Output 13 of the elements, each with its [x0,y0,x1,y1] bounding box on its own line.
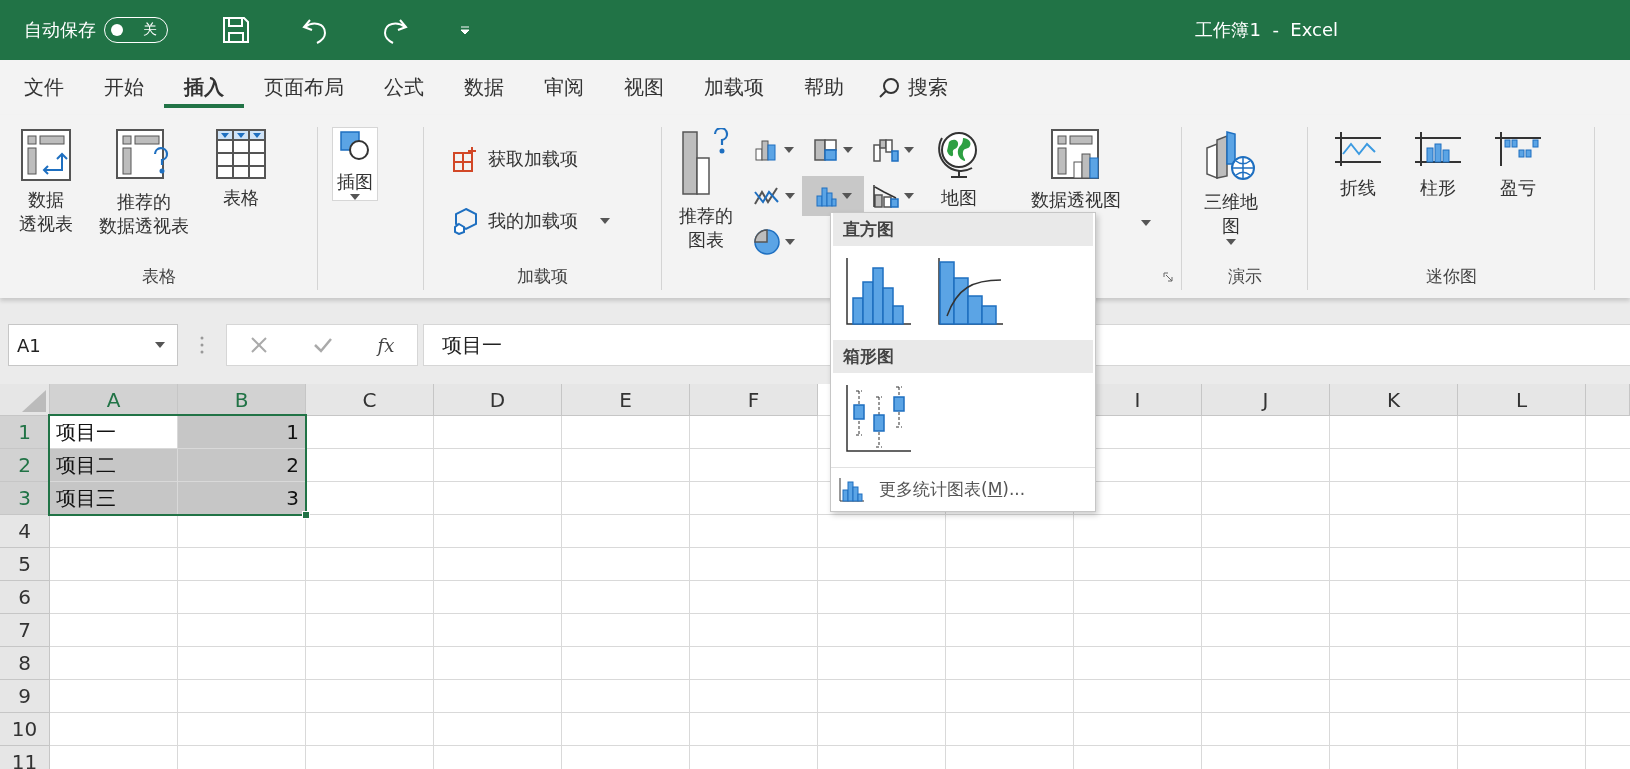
window-title: 工作簿1 - Excel [1195,18,1338,42]
table-cell: 项目二 [50,449,178,482]
section-heading: 箱形图 [833,340,1093,373]
autosave-label: 自动保存 [24,18,96,42]
table-cell: 2 [178,449,306,482]
table-cell: 3 [178,482,306,515]
group-label: 迷你图 [1425,265,1477,288]
group-label: 加载项 [517,265,568,288]
section-heading: 直方图 [833,213,1093,246]
group-label: 演示 [1227,265,1262,288]
group-label: 表格 [141,265,176,288]
table-cell: 1 [178,416,306,449]
table-cell: 项目三 [50,482,178,515]
